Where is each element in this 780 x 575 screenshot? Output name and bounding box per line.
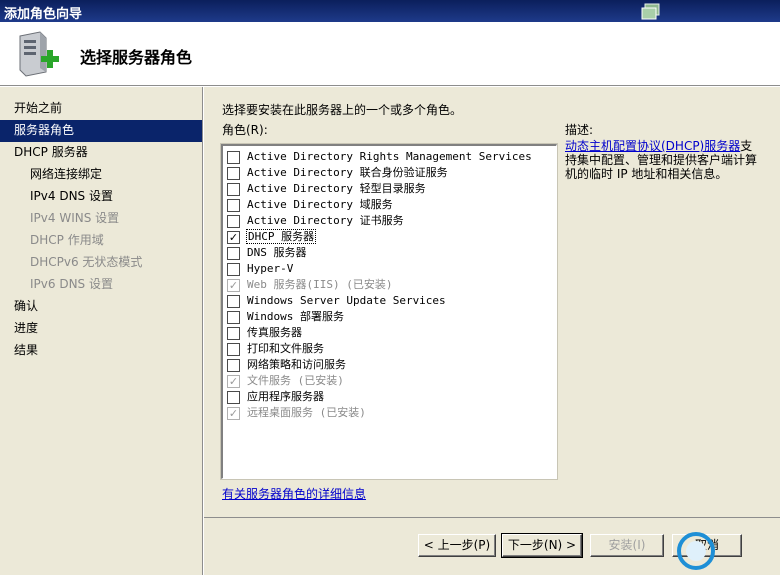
roles-listbox[interactable]: Active Directory Rights Management Servi… <box>220 143 558 480</box>
instruction-text: 选择要安装在此服务器上的一个或多个角色。 <box>222 103 463 117</box>
role-item[interactable]: Active Directory 域服务 <box>223 197 556 213</box>
role-item[interactable]: DNS 服务器 <box>223 245 556 261</box>
install-button[interactable]: 安装(I) <box>590 534 664 557</box>
role-checkbox: ✓ <box>227 279 240 292</box>
role-checkbox[interactable] <box>227 167 240 180</box>
role-checkbox[interactable] <box>227 311 240 324</box>
role-checkbox[interactable] <box>227 327 240 340</box>
role-label: Active Directory 联合身份验证服务 <box>247 166 448 179</box>
description-label: 描述: <box>565 123 594 137</box>
role-item[interactable]: Active Directory 联合身份验证服务 <box>223 165 556 181</box>
role-checkbox: ✓ <box>227 375 240 388</box>
role-label: 应用程序服务器 <box>247 390 324 403</box>
window-title: 添加角色向导 <box>4 7 83 22</box>
role-item: ✓ 远程桌面服务 (已安装) <box>223 405 556 421</box>
role-item[interactable]: 应用程序服务器 <box>223 389 556 405</box>
sidebar-item: 开始之前 <box>14 101 63 115</box>
role-item[interactable]: Hyper-V <box>223 261 556 277</box>
role-checkbox[interactable] <box>227 343 240 356</box>
role-item[interactable]: ✓ DHCP 服务器 <box>223 229 556 245</box>
role-label: Active Directory 域服务 <box>247 198 393 211</box>
sidebar-item: 网络连接绑定 <box>30 167 103 181</box>
role-checkbox: ✓ <box>227 407 240 420</box>
role-label: DHCP 服务器 <box>245 229 317 244</box>
role-checkbox[interactable] <box>227 359 240 372</box>
role-label: 网络策略和访问服务 <box>247 358 346 371</box>
role-item[interactable]: 网络策略和访问服务 <box>223 357 556 373</box>
main-content: 选择要安装在此服务器上的一个或多个角色。 角色(R): Active Direc… <box>204 87 780 517</box>
role-checkbox[interactable]: ✓ <box>227 231 240 244</box>
sidebar-item: IPv6 DNS 设置 <box>30 277 113 291</box>
role-checkbox[interactable] <box>227 247 240 260</box>
role-label: Active Directory 证书服务 <box>247 214 404 227</box>
server-add-icon <box>19 31 59 77</box>
wizard-header: 选择服务器角色 <box>0 22 780 86</box>
roles-label: 角色(R): <box>222 123 268 137</box>
sidebar-item: IPv4 WINS 设置 <box>30 211 120 225</box>
role-checkbox[interactable] <box>227 295 240 308</box>
sidebar-item: 服务器角色 <box>0 120 202 142</box>
previous-button[interactable]: < 上一步(P) <box>418 534 496 557</box>
role-label: Windows 部署服务 <box>247 310 344 323</box>
role-label: Windows Server Update Services <box>247 294 446 307</box>
window-app-icon <box>641 3 660 20</box>
sidebar-item: DHCP 服务器 <box>14 145 88 159</box>
role-label: DNS 服务器 <box>247 246 307 259</box>
sidebar-item: 确认 <box>14 299 39 313</box>
role-label: Active Directory 轻型目录服务 <box>247 182 426 195</box>
page-title: 选择服务器角色 <box>80 48 193 67</box>
sidebar-item: DHCP 作用域 <box>30 233 104 247</box>
role-item[interactable]: Windows Server Update Services <box>223 293 556 309</box>
role-label: 文件服务 (已安装) <box>247 374 344 387</box>
wizard-steps-sidebar: 开始之前服务器角色 DHCP 服务器网络连接绑定 IPv4 DNS 设置 IPv4 W… <box>0 87 203 575</box>
window-titlebar: 添加角色向导 <box>0 0 780 22</box>
role-label: 远程桌面服务 (已安装) <box>247 406 366 419</box>
role-checkbox[interactable] <box>227 263 240 276</box>
dhcp-description-link[interactable]: 动态主机配置协议(DHCP)服务器 <box>565 139 740 153</box>
role-label: Hyper-V <box>247 262 294 275</box>
role-label: 打印和文件服务 <box>247 342 324 355</box>
watermark-logo <box>677 532 715 570</box>
description-text: 动态主机配置协议(DHCP)服务器支持集中配置、管理和提供客户端计算机的临时 I… <box>565 139 759 181</box>
role-checkbox[interactable] <box>227 199 240 212</box>
role-checkbox[interactable] <box>227 391 240 404</box>
role-checkbox[interactable] <box>227 215 240 228</box>
role-label: Active Directory Rights Management Servi… <box>247 150 532 163</box>
sidebar-item: 进度 <box>14 321 39 335</box>
more-info-link[interactable]: 有关服务器角色的详细信息 <box>222 485 366 502</box>
role-item[interactable]: Windows 部署服务 <box>223 309 556 325</box>
role-item[interactable]: Active Directory 轻型目录服务 <box>223 181 556 197</box>
role-item[interactable]: Active Directory 证书服务 <box>223 213 556 229</box>
role-item[interactable]: 打印和文件服务 <box>223 341 556 357</box>
role-label: 传真服务器 <box>247 326 302 339</box>
role-item: ✓ Web 服务器(IIS) (已安装) <box>223 277 556 293</box>
role-checkbox[interactable] <box>227 183 240 196</box>
sidebar-item: 结果 <box>14 343 39 357</box>
next-button[interactable]: 下一步(N) > <box>501 533 583 558</box>
role-checkbox[interactable] <box>227 151 240 164</box>
sidebar-item: DHCPv6 无状态模式 <box>30 255 143 269</box>
role-item: ✓ 文件服务 (已安装) <box>223 373 556 389</box>
sidebar-item: IPv4 DNS 设置 <box>30 189 113 203</box>
role-item[interactable]: 传真服务器 <box>223 325 556 341</box>
role-item[interactable]: Active Directory Rights Management Servi… <box>223 149 556 165</box>
role-label: Web 服务器(IIS) (已安装) <box>247 278 393 291</box>
